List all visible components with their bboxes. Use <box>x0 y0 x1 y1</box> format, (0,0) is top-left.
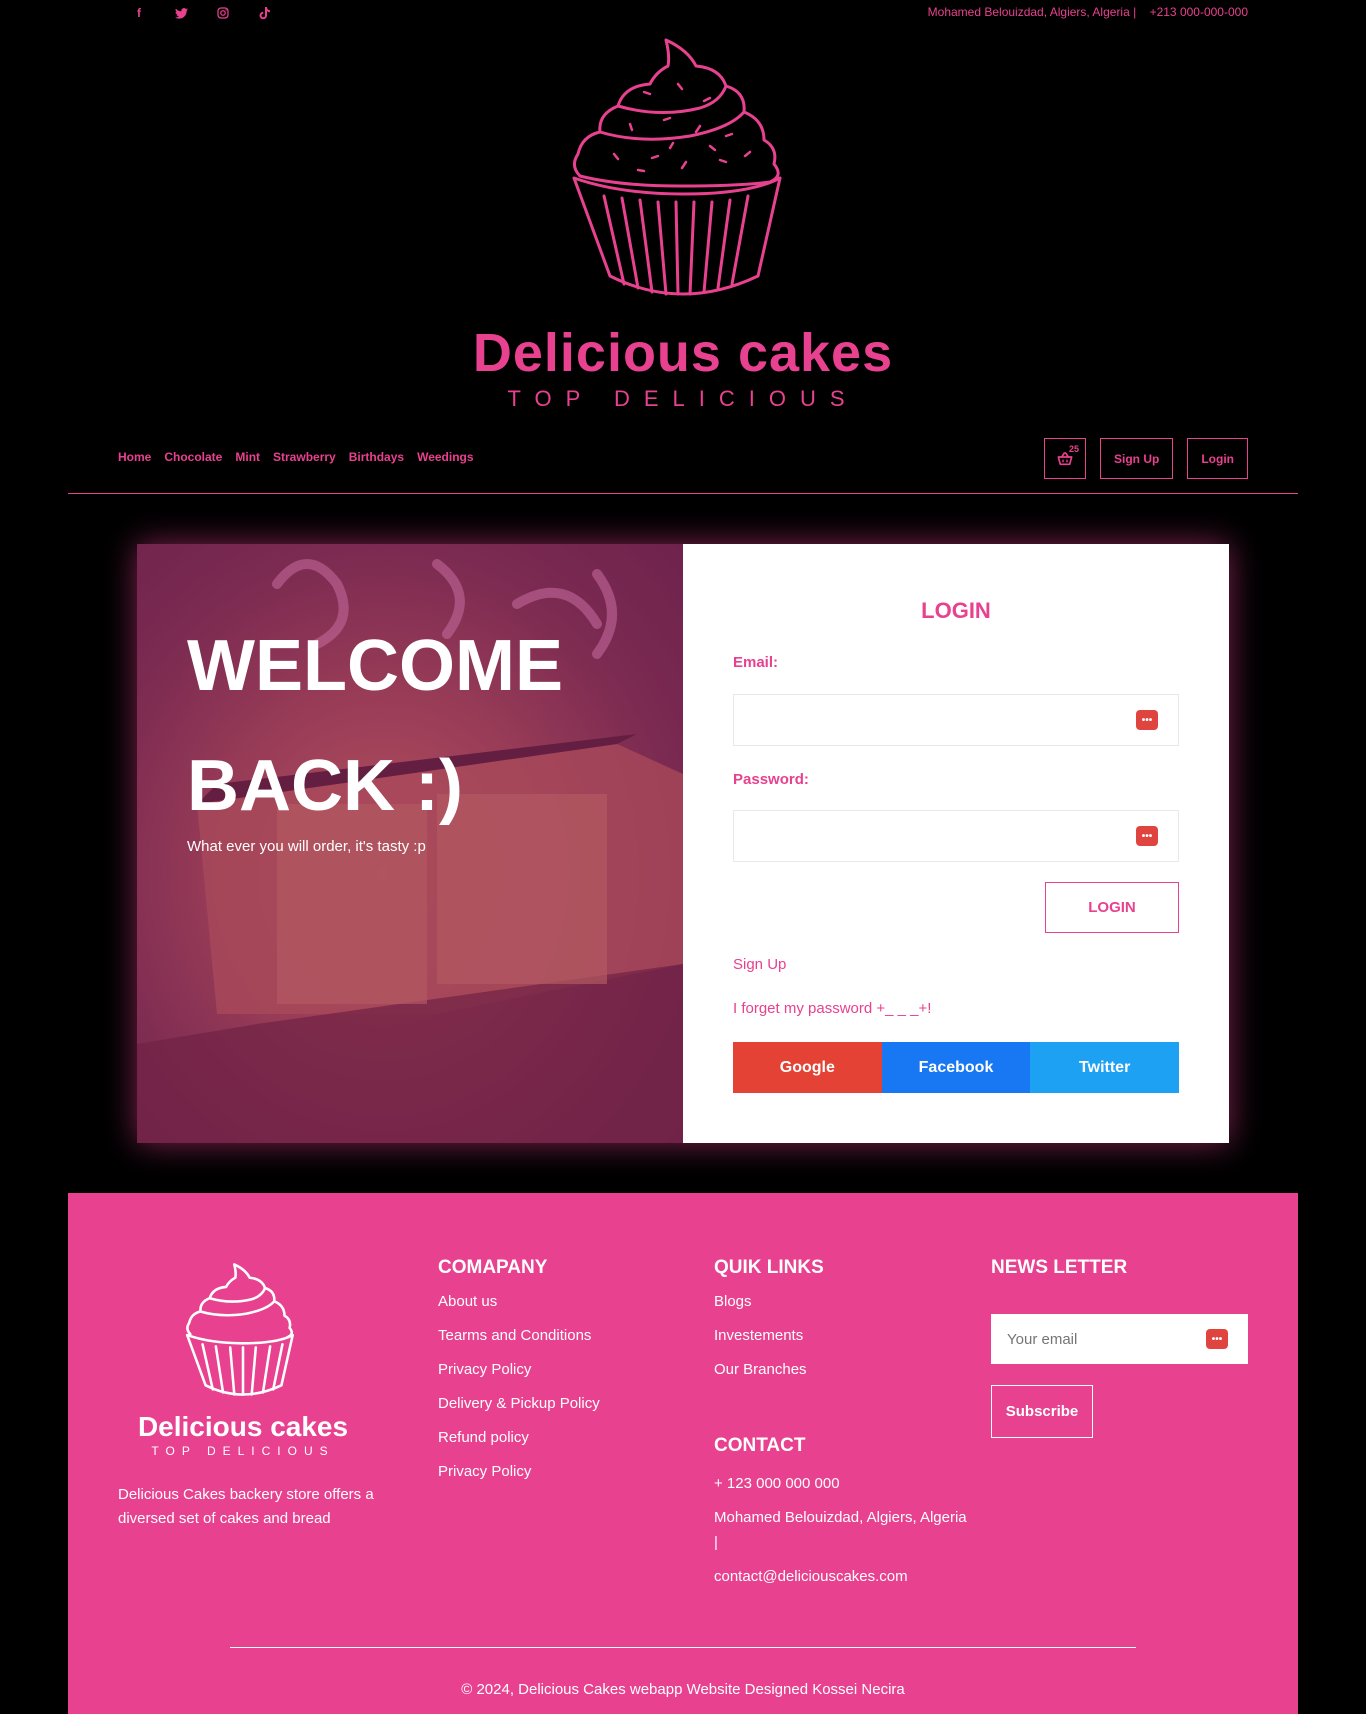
login-card: WELCOME BACK :) What ever you will order… <box>137 544 1229 1143</box>
forgot-password-link[interactable]: I forget my password +_ _ _+! <box>733 1000 931 1017</box>
cart-count-badge: 25 <box>1069 444 1080 454</box>
twitter-login-button[interactable]: Twitter <box>1030 1042 1180 1093</box>
login-form: LOGIN Email: ••• Password: ••• LOGIN Sig… <box>683 544 1229 1143</box>
footer-about: Delicious Cakes backery store offers a d… <box>118 1486 374 1527</box>
top-contact: Mohamed Belouizdad, Algiers, Algeria | +… <box>918 5 1248 19</box>
subscribe-button[interactable]: Subscribe <box>991 1385 1093 1438</box>
nav-item-weedings[interactable]: Weedings <box>417 450 473 464</box>
signup-link[interactable]: Sign Up <box>733 956 786 973</box>
footer-link-branches[interactable]: Our Branches <box>714 1361 824 1395</box>
cupcake-logo-icon[interactable] <box>560 36 806 304</box>
header-divider <box>68 493 1298 494</box>
footer-email[interactable]: contact@deliciouscakes.com <box>714 1564 974 1589</box>
welcome-line-2: BACK :) <box>187 746 463 826</box>
twitter-icon[interactable] <box>172 4 190 22</box>
login-submit-button[interactable]: LOGIN <box>1045 882 1179 933</box>
welcome-panel: WELCOME BACK :) What ever you will order… <box>137 544 683 1143</box>
footer-company: COMAPANY About us Tearms and Conditions … <box>438 1257 600 1497</box>
main-nav: Home Chocolate Mint Strawberry Birthdays… <box>118 450 474 464</box>
footer-newsletter: NEWS LETTER <box>991 1257 1127 1293</box>
footer-phone: + 123 000 000 000 <box>714 1475 840 1492</box>
top-phone: +213 000-000-000 <box>1149 5 1248 19</box>
email-field-wrapper: ••• <box>733 694 1179 746</box>
footer-link-privacy[interactable]: Privacy Policy <box>438 1361 600 1395</box>
footer-contact: CONTACT + 123 000 000 000 Mohamed Beloui… <box>714 1435 974 1598</box>
footer-company-title: COMAPANY <box>438 1257 548 1278</box>
cupcake-logo-icon[interactable] <box>180 1261 306 1401</box>
cart-button[interactable]: 25 <box>1044 438 1087 479</box>
footer-link-privacy-2[interactable]: Privacy Policy <box>438 1463 600 1497</box>
welcome-line-1: WELCOME <box>187 626 563 706</box>
login-title: LOGIN <box>921 598 991 623</box>
nav-item-birthdays[interactable]: Birthdays <box>349 450 404 464</box>
footer-contact-title: CONTACT <box>714 1435 806 1456</box>
copyright: © 2024, Delicious Cakes webapp Website D… <box>461 1681 905 1698</box>
top-bar: f Mohamed Belouizdad, Algiers, Algeria |… <box>0 0 1366 26</box>
newsletter-input-wrapper: ••• <box>991 1314 1248 1364</box>
footer-quick-links-title: QUIK LINKS <box>714 1257 824 1278</box>
footer-newsletter-title: NEWS LETTER <box>991 1257 1128 1278</box>
social-links: f <box>130 4 274 22</box>
password-manager-icon[interactable]: ••• <box>1136 826 1158 846</box>
top-address: Mohamed Belouizdad, Algiers, Algeria | <box>927 5 1137 19</box>
footer-brand-subtitle: TOP DELICIOUS <box>151 1444 335 1458</box>
welcome-tagline: What ever you will order, it's tasty :p <box>187 838 426 855</box>
password-manager-icon[interactable]: ••• <box>1206 1329 1228 1349</box>
tiktok-icon[interactable] <box>256 4 274 22</box>
facebook-login-button[interactable]: Facebook <box>881 1042 1031 1093</box>
footer-link-terms[interactable]: Tearms and Conditions <box>438 1327 600 1361</box>
footer-address: Mohamed Belouizdad, Algiers, Algeria | <box>714 1509 967 1551</box>
welcome-heading: WELCOME BACK :) <box>187 606 563 846</box>
instagram-icon[interactable] <box>214 4 232 22</box>
password-field-wrapper: ••• <box>733 810 1179 862</box>
footer-brand-title: Delicious cakes <box>137 1411 349 1442</box>
brand-subtitle: TOP DELICIOUS <box>507 386 859 411</box>
facebook-icon[interactable]: f <box>130 4 148 22</box>
nav-item-chocolate[interactable]: Chocolate <box>164 450 222 464</box>
nav-item-strawberry[interactable]: Strawberry <box>273 450 336 464</box>
password-label: Password: <box>733 771 809 788</box>
footer-link-about[interactable]: About us <box>438 1293 600 1327</box>
footer-link-blogs[interactable]: Blogs <box>714 1293 824 1327</box>
oauth-buttons: Google Facebook Twitter <box>733 1042 1180 1093</box>
password-field[interactable] <box>734 811 1178 861</box>
nav-actions: 25 Sign Up Login <box>1044 438 1248 479</box>
nav-item-mint[interactable]: Mint <box>235 450 260 464</box>
footer-link-delivery[interactable]: Delivery & Pickup Policy <box>438 1395 600 1429</box>
footer: Delicious cakes TOP DELICIOUS Delicious … <box>68 1193 1298 1714</box>
brand-title: Delicious cakes <box>472 323 894 383</box>
email-label: Email: <box>733 654 779 671</box>
footer-divider <box>230 1647 1136 1648</box>
google-login-button[interactable]: Google <box>733 1042 882 1093</box>
password-manager-icon[interactable]: ••• <box>1136 710 1158 730</box>
login-nav-button[interactable]: Login <box>1187 438 1248 479</box>
signup-button[interactable]: Sign Up <box>1100 438 1174 479</box>
footer-link-refund[interactable]: Refund policy <box>438 1429 600 1463</box>
footer-link-investements[interactable]: Investements <box>714 1327 824 1361</box>
nav-item-home[interactable]: Home <box>118 450 151 464</box>
footer-quick-links: QUIK LINKS Blogs Investements Our Branch… <box>714 1257 824 1395</box>
email-field[interactable] <box>734 695 1178 745</box>
